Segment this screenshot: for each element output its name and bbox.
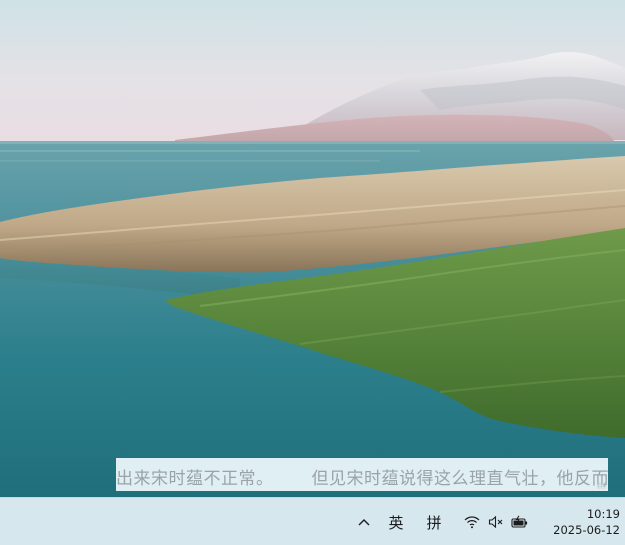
clock-date: 2025-06-12: [553, 523, 620, 537]
input-language-button[interactable]: 英: [383, 498, 409, 545]
volume-button[interactable]: [484, 498, 508, 545]
clock-button[interactable]: 10:19 2025-06-12: [536, 498, 620, 545]
taskbar: 英 拼 10:19 2025-06-12: [0, 497, 625, 545]
resize-grip-icon[interactable]: [597, 482, 606, 489]
battery-button[interactable]: [508, 498, 532, 545]
speaker-muted-icon: [488, 515, 503, 529]
desktop: 出来宋时蕴不正常。 但见宋时蕴说得这么理直气壮，他反而 英 拼 10:19 20…: [0, 0, 625, 545]
clock-time: 10:19: [586, 507, 620, 521]
water-reflection: [0, 150, 420, 152]
wifi-icon: [464, 516, 480, 529]
input-mode-button[interactable]: 拼: [421, 498, 447, 545]
wallpaper: [0, 0, 625, 497]
ticker-text: 出来宋时蕴不正常。 但见宋时蕴说得这么理直气壮，他反而: [116, 464, 608, 489]
chevron-up-icon: [358, 519, 370, 526]
ticker-text-part1: 出来宋时蕴不正常。: [116, 469, 274, 489]
show-hidden-icons-button[interactable]: [354, 498, 374, 545]
reading-ticker-window[interactable]: 出来宋时蕴不正常。 但见宋时蕴说得这么理直气壮，他反而: [116, 458, 608, 491]
horizon-line: [0, 141, 625, 144]
water-reflection: [0, 160, 380, 162]
network-button[interactable]: [460, 498, 484, 545]
ticker-text-part2: 但见宋时蕴说得这么理直气壮，他反而: [311, 469, 609, 489]
battery-charging-icon: [511, 515, 528, 528]
